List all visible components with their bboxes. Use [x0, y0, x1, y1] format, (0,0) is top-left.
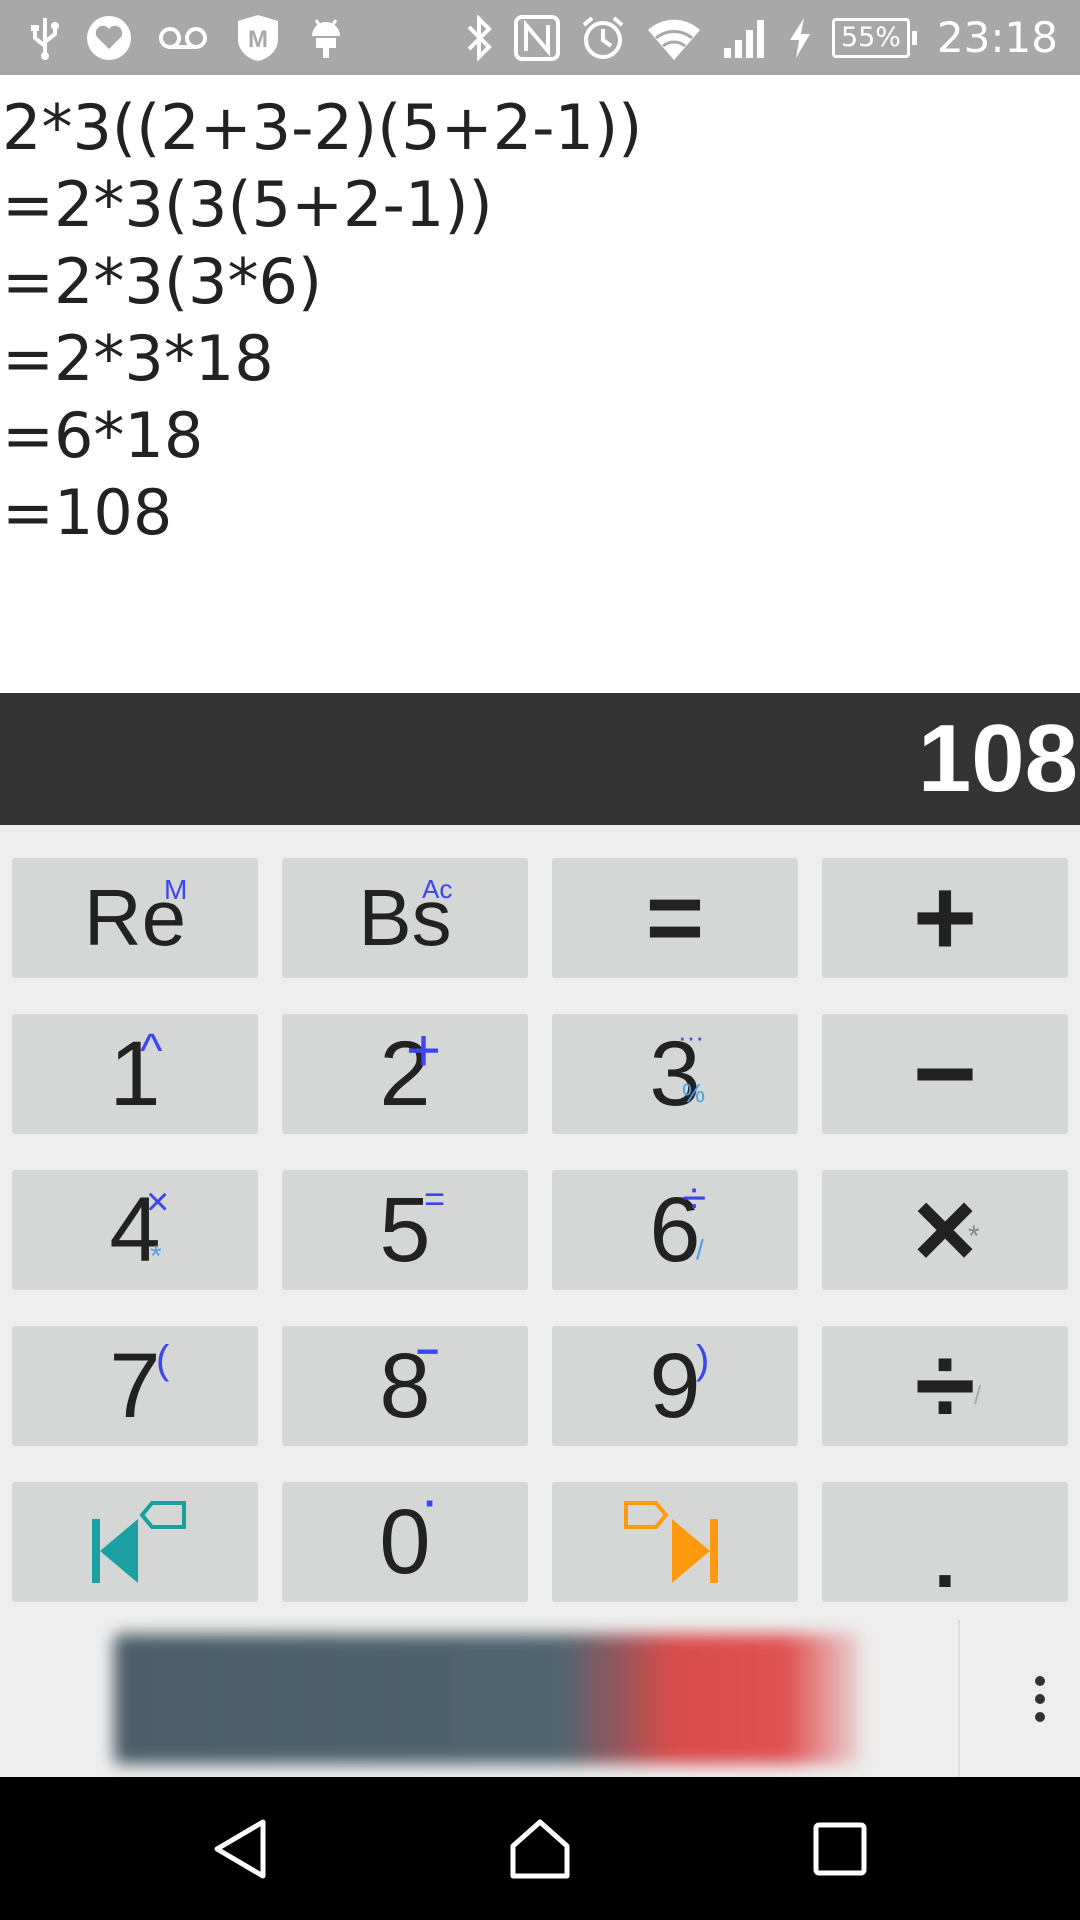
key-sup: ··· — [678, 1022, 704, 1052]
key-sup: ( — [156, 1338, 170, 1382]
key-2[interactable]: 2 + — [282, 1014, 528, 1134]
home-icon — [510, 1819, 570, 1878]
result-display: 108 — [0, 693, 1080, 825]
key-sup: M — [164, 874, 188, 905]
key-re[interactable]: Re M — [12, 858, 258, 978]
key-sub: * — [968, 1220, 980, 1253]
battery-level: 55% — [831, 17, 910, 58]
key-label: 0 — [379, 1491, 431, 1593]
calculation-history: 2*3((2+3-2)(5+2-1)) =2*3(3(5+2-1)) =2*3(… — [0, 75, 1080, 693]
heart-app-icon — [86, 0, 132, 75]
home-button[interactable] — [480, 1777, 600, 1920]
key-sup: + — [406, 1017, 442, 1084]
mcafee-icon: M — [234, 0, 282, 75]
key-minus[interactable]: − — [822, 1014, 1068, 1134]
history-line: =6*18 — [2, 399, 204, 472]
key-sub: % — [682, 1078, 706, 1108]
key-8[interactable]: 8 − — [282, 1326, 528, 1446]
key-sub: / — [696, 1234, 704, 1265]
more-options-icon[interactable] — [1000, 1620, 1080, 1777]
status-bar: M 55% 23:18 — [0, 0, 1080, 75]
key-label: − — [912, 1012, 978, 1135]
keypad: Re M Bs Ac = + 1 ^ 2 + 3 ··· % − 4 × * 5… — [0, 825, 1080, 1620]
charging-icon — [788, 0, 812, 75]
key-cursor-right[interactable] — [552, 1482, 798, 1602]
key-sup: − — [416, 1330, 440, 1374]
key-9[interactable]: 9 ) — [552, 1326, 798, 1446]
key-6[interactable]: 6 ÷ / — [552, 1170, 798, 1290]
result-value: 108 — [917, 705, 1078, 812]
key-sup: × — [146, 1180, 170, 1224]
nfc-icon — [513, 0, 560, 75]
key-decimal[interactable]: . — [822, 1482, 1068, 1602]
key-sup: ^ — [140, 1025, 163, 1078]
history-line: 2*3((2+3-2)(5+2-1)) — [2, 91, 643, 164]
key-0[interactable]: 0 · — [282, 1482, 528, 1602]
key-plus[interactable]: + — [822, 858, 1068, 978]
cursor-start-icon — [92, 1501, 186, 1583]
key-sup: · — [424, 1482, 438, 1526]
divider — [958, 1620, 960, 1777]
key-3[interactable]: 3 ··· % — [552, 1014, 798, 1134]
voicemail-icon — [158, 0, 208, 75]
key-sub: * — [150, 1240, 162, 1273]
recents-icon — [813, 1822, 867, 1875]
key-label: 5 — [379, 1179, 431, 1281]
key-sub: / — [974, 1380, 982, 1410]
key-label: ÷ — [914, 1324, 976, 1447]
ad-bar — [0, 1620, 1080, 1777]
ad-banner[interactable] — [114, 1634, 860, 1764]
key-1[interactable]: 1 ^ — [12, 1014, 258, 1134]
key-sup: ÷ — [682, 1174, 707, 1223]
key-7[interactable]: 7 ( — [12, 1326, 258, 1446]
key-cursor-left[interactable] — [12, 1482, 258, 1602]
key-sup: = — [424, 1178, 446, 1219]
history-line: =2*3*18 — [2, 322, 274, 395]
bluetooth-icon — [464, 0, 494, 75]
key-bs[interactable]: Bs Ac — [282, 858, 528, 978]
key-4[interactable]: 4 × * — [12, 1170, 258, 1290]
key-label: 7 — [109, 1335, 161, 1437]
key-label: . — [933, 1515, 957, 1604]
key-sup: Ac — [422, 874, 453, 904]
key-divide[interactable]: ÷ / — [822, 1326, 1068, 1446]
battery-icon: 55% — [831, 17, 917, 58]
key-times[interactable]: × * — [822, 1170, 1068, 1290]
navigation-bar — [0, 1777, 1080, 1920]
android-debug-icon — [308, 0, 344, 75]
key-sup: ) — [696, 1338, 710, 1382]
clock: 23:18 — [936, 13, 1058, 62]
back-icon — [214, 1819, 266, 1878]
back-button[interactable] — [181, 1777, 301, 1920]
history-line: =2*3(3*6) — [2, 245, 323, 318]
history-line: =108 — [2, 476, 173, 549]
key-equals[interactable]: = — [552, 858, 798, 978]
wifi-icon — [646, 0, 702, 75]
history-line: =2*3(3(5+2-1)) — [2, 168, 493, 241]
svg-text:M: M — [248, 26, 268, 53]
key-label: 9 — [649, 1335, 701, 1437]
cursor-end-icon — [624, 1501, 718, 1583]
key-5[interactable]: 5 = — [282, 1170, 528, 1290]
usb-icon — [30, 0, 60, 75]
alarm-icon — [580, 0, 626, 75]
signal-icon — [722, 0, 768, 75]
key-label: = — [645, 862, 705, 974]
key-label: + — [912, 856, 978, 979]
recents-button[interactable] — [780, 1777, 900, 1920]
